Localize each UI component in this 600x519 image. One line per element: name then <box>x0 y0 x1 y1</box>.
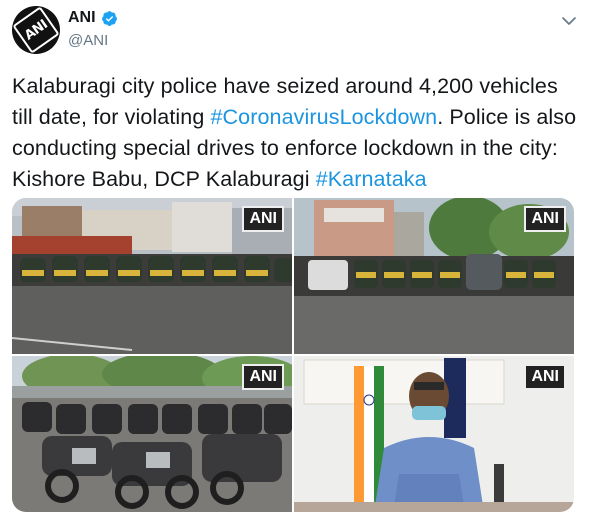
ani-watermark: ANI <box>524 206 566 232</box>
hashtag-karnataka[interactable]: #Karnataka <box>316 167 427 191</box>
ani-watermark: ANI <box>242 364 284 390</box>
author-display-name[interactable]: ANI <box>68 9 96 27</box>
media-photo-vehicles-yard[interactable]: ANI <box>294 198 574 354</box>
media-photo-dcp-briefing[interactable]: ANI <box>294 356 574 512</box>
verified-badge-icon <box>101 10 117 26</box>
author-info: ANI @ANI <box>68 9 118 49</box>
media-grid: ANI ANI ANI ANI <box>12 198 574 512</box>
author-name-row: ANI <box>68 9 118 27</box>
ani-watermark: ANI <box>524 364 566 390</box>
author-avatar[interactable]: ANI <box>12 6 60 54</box>
media-photo-autorickshaws[interactable]: ANI <box>12 198 292 354</box>
tweet-card: ANI ANI @ANI Kalaburagi city police have… <box>0 0 600 519</box>
media-photo-motorcycles[interactable]: ANI <box>12 356 292 512</box>
ani-watermark: ANI <box>242 206 284 232</box>
tweet-text: Kalaburagi city police have seized aroun… <box>12 71 582 195</box>
chevron-down-icon[interactable] <box>560 12 578 30</box>
hashtag-coronaviruslockdown[interactable]: #CoronavirusLockdown <box>211 105 438 129</box>
ani-logo: ANI <box>12 6 60 54</box>
author-handle[interactable]: @ANI <box>68 32 118 49</box>
